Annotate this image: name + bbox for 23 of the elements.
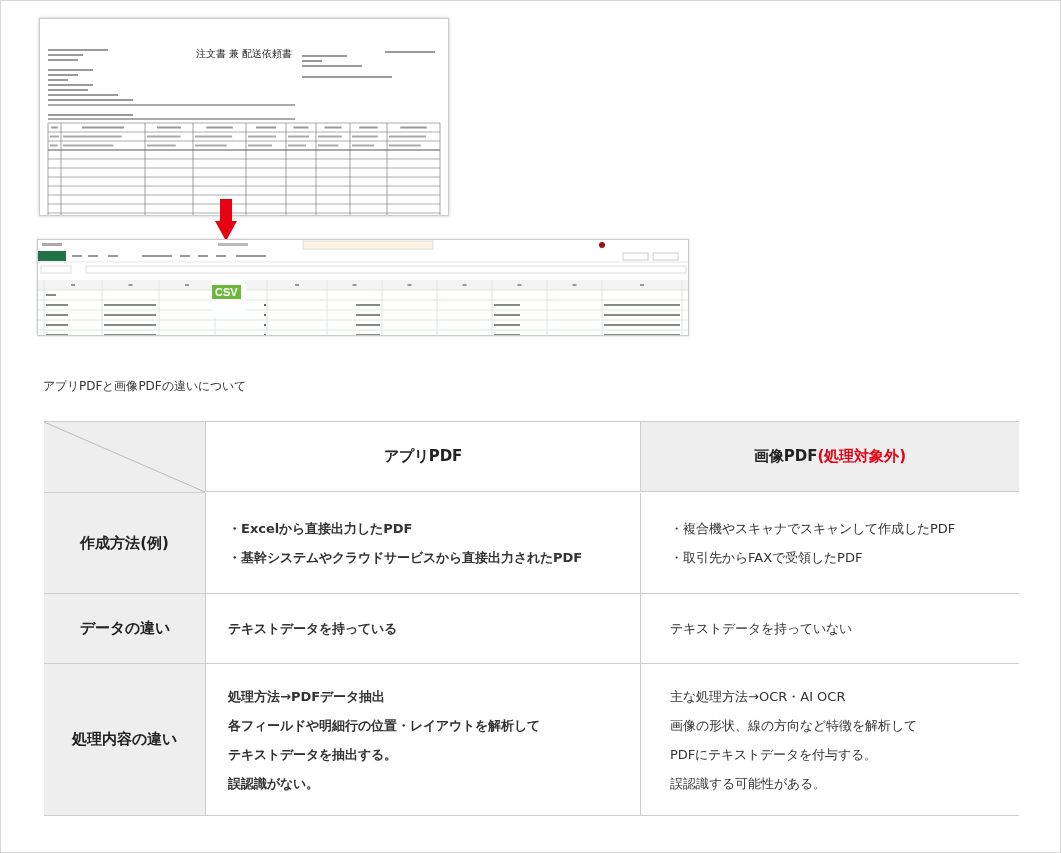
table-text: PDFにテキストデータを付与する。 xyxy=(670,745,879,764)
table-text: 誤認識がない。 xyxy=(228,774,320,793)
table-text: 各フィールドや明細行の位置・レイアウトを解析して xyxy=(228,716,541,735)
table-text: テキストデータを持っている xyxy=(228,620,398,638)
down-arrow-icon xyxy=(215,199,237,241)
table-text: ・取引先からFAXで受領したPDF xyxy=(670,549,864,567)
document-title: 注文書 兼 配送依頼書 xyxy=(196,47,293,61)
table-text: 主な処理方法→OCR・AI OCR xyxy=(670,687,847,706)
row-heading: データの違い xyxy=(44,594,205,664)
table-text: テキストデータを持っていない xyxy=(670,620,853,638)
file-type-label: CSV xyxy=(212,285,241,299)
table-text: 処理方法→PDFデータ抽出 xyxy=(228,687,387,706)
row-heading: 処理内容の違い xyxy=(44,664,205,816)
table-text: テキストデータを抽出する。 xyxy=(228,745,398,764)
column-heading: 画像PDF(処理対象外) xyxy=(640,422,1019,492)
table-text: ・基幹システムやクラウドサービスから直接出力されたPDF xyxy=(228,549,584,567)
section-caption: アプリPDFと画像PDFの違いについて xyxy=(43,378,247,395)
table-text: ・Excelから直接出力したPDF xyxy=(228,520,414,538)
row-heading: 作成方法(例) xyxy=(44,493,205,594)
table-text: 誤認識する可能性がある。 xyxy=(670,774,827,793)
column-heading: アプリPDF xyxy=(205,422,640,492)
table-text: 画像の形状、線の方向など特徴を解析して xyxy=(670,716,918,735)
table-text: ・複合機やスキャナでスキャンして作成したPDF xyxy=(670,520,957,538)
